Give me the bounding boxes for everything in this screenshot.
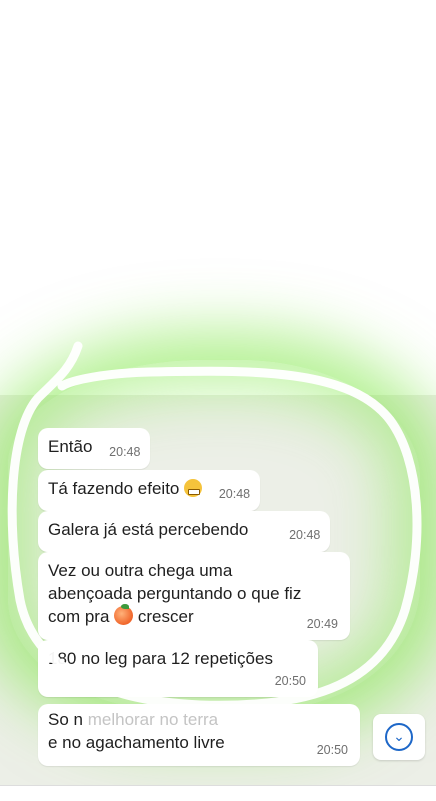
message-time: 20:49 <box>306 617 338 631</box>
chevron-down-icon: ⌄ <box>385 723 413 751</box>
message-bubble[interactable]: 180 no leg para 12 repetições 20:50 <box>38 640 318 697</box>
message-bubble[interactable]: Então 20:48 <box>38 428 151 469</box>
peach-emoji-icon <box>114 604 134 625</box>
message-text: crescer <box>137 607 194 626</box>
message-time: 20:48 <box>218 487 251 501</box>
message-text-line: abençoada perguntando o que fiz <box>48 584 302 603</box>
message-time: 20:48 <box>109 445 141 459</box>
message-text-line: Vez ou outra chega uma <box>48 561 233 580</box>
message-time: 20:50 <box>316 743 348 757</box>
message-text: So n <box>48 710 83 729</box>
message-bubble[interactable]: Vez ou outra chega uma abençoada pergunt… <box>38 552 350 640</box>
message-text-line: e no agachamento livre <box>48 733 225 752</box>
bottom-bar <box>0 785 436 801</box>
message-text-line: So n melhorar no terra <box>48 708 348 731</box>
message-text: 180 no leg para 12 repetições <box>48 649 273 668</box>
message-text-line: com pra crescer <box>48 604 338 628</box>
message-bubble[interactable]: Galera já está percebendo 20:48 <box>38 511 331 552</box>
message-text: Tá fazendo efeito <box>48 479 180 498</box>
message-text: com pra <box>48 607 110 626</box>
message-time: 20:48 <box>289 528 321 542</box>
message-text: Galera já está percebendo <box>48 520 249 539</box>
message-bubble[interactable]: So n melhorar no terra e no agachamento … <box>38 704 360 766</box>
message-time: 20:50 <box>274 674 306 688</box>
message-text: Então <box>48 437 93 456</box>
message-text-obscured: melhorar no terra <box>87 710 219 729</box>
scroll-down-button[interactable]: ⌄ <box>373 714 425 760</box>
grimace-emoji-icon <box>184 479 203 497</box>
message-bubble[interactable]: Tá fazendo efeito 20:48 <box>38 470 261 511</box>
